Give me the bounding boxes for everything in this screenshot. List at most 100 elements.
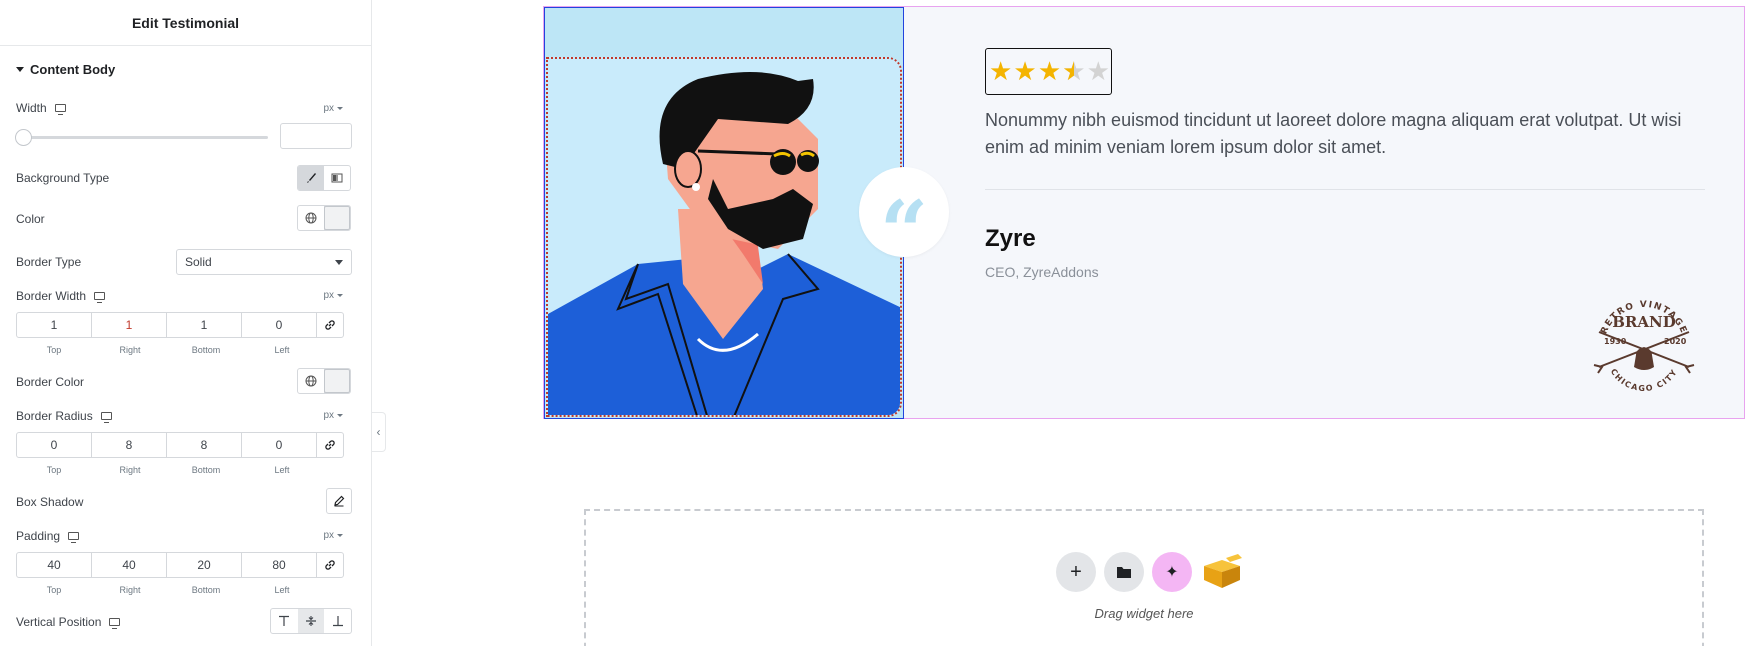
desktop-icon[interactable]	[100, 412, 112, 423]
testimonial-text[interactable]: Nonummy nibh euismod tincidunt ut laoree…	[985, 107, 1705, 161]
slider-handle[interactable]	[15, 129, 32, 146]
vertical-position-label: Vertical Position	[16, 615, 121, 629]
author-title[interactable]: CEO, ZyreAddons	[985, 264, 1099, 280]
border-radius-left[interactable]: 0	[241, 432, 317, 458]
border-width-top[interactable]: 1	[16, 312, 92, 338]
section-title-label: Content Body	[30, 62, 116, 77]
width-label: Width	[16, 101, 66, 115]
chevron-down-icon	[335, 260, 343, 265]
globe-icon[interactable]	[298, 369, 324, 393]
width-unit-select[interactable]: px	[323, 103, 343, 114]
template-library-button[interactable]	[1104, 552, 1144, 592]
caret-down-icon	[16, 67, 24, 72]
align-bottom-icon[interactable]	[324, 609, 351, 633]
border-radius-label: Border Radius	[16, 409, 112, 423]
border-width-right[interactable]: 1	[91, 312, 167, 338]
star-half-icon: ★	[1062, 59, 1086, 85]
plus-icon: +	[1070, 560, 1082, 583]
desktop-icon[interactable]	[54, 104, 66, 115]
star-icon: ★	[1013, 56, 1037, 87]
align-middle-icon[interactable]	[297, 609, 325, 633]
logo-brand-text: BRAND	[1612, 313, 1676, 331]
color-swatch[interactable]	[324, 369, 350, 393]
align-top-icon[interactable]	[271, 609, 298, 633]
border-radius-right[interactable]: 8	[91, 432, 167, 458]
editor-panel: Edit Testimonial Content Body Width px B…	[0, 0, 372, 646]
padding-inputs: 40 40 20 80	[16, 552, 352, 578]
color-label: Color	[16, 212, 45, 226]
border-radius-unit-select[interactable]: px	[323, 410, 343, 421]
drop-zone[interactable]: + ✦ Drag widget here	[584, 509, 1704, 646]
padding-left[interactable]: 80	[241, 552, 317, 578]
background-type-toggle	[297, 165, 351, 191]
star-icon: ★	[1037, 56, 1062, 87]
cube-icon	[1204, 554, 1242, 588]
testimonial-image-box[interactable]	[544, 7, 904, 419]
chevron-down-icon	[337, 107, 343, 110]
border-width-dim-labels: Top Right Bottom Left	[46, 345, 290, 355]
panel-title: Edit Testimonial	[0, 0, 371, 46]
box-shadow-label: Box Shadow	[16, 495, 84, 509]
ai-button[interactable]: ✦	[1152, 552, 1192, 592]
padding-unit-select[interactable]: px	[323, 530, 343, 541]
star-empty-icon: ★	[1086, 56, 1110, 87]
border-width-inputs: 1 1 1 0	[16, 312, 352, 338]
drop-zone-buttons: + ✦	[1056, 552, 1244, 592]
brush-icon[interactable]	[298, 166, 324, 190]
vertical-position-toggle	[270, 608, 352, 634]
divider	[985, 189, 1705, 190]
logo-year-left: 1930	[1604, 337, 1627, 346]
link-icon[interactable]	[316, 432, 344, 458]
globe-icon[interactable]	[298, 206, 324, 230]
portrait-illustration	[546, 57, 902, 417]
logo-year-right: 2020	[1664, 337, 1687, 346]
desktop-icon[interactable]	[109, 618, 121, 629]
border-color-label: Border Color	[16, 375, 85, 389]
border-radius-top[interactable]: 0	[16, 432, 92, 458]
sparkle-icon: ✦	[1165, 564, 1179, 581]
desktop-icon[interactable]	[68, 532, 80, 543]
link-icon[interactable]	[316, 552, 344, 578]
border-width-bottom[interactable]: 1	[166, 312, 242, 338]
background-type-label: Background Type	[16, 171, 110, 185]
border-radius-bottom[interactable]: 8	[166, 432, 242, 458]
drag-widget-label: Drag widget here	[1094, 606, 1194, 621]
chevron-down-icon	[337, 294, 343, 297]
width-input[interactable]	[280, 123, 352, 149]
border-type-select[interactable]: Solid	[176, 249, 352, 275]
folder-icon	[1117, 567, 1131, 578]
padding-label: Padding	[16, 529, 80, 543]
border-width-label: Border Width	[16, 289, 106, 303]
padding-right[interactable]: 40	[91, 552, 167, 578]
svg-text:CHICAGO CITY: CHICAGO CITY	[1609, 367, 1680, 393]
padding-bottom[interactable]: 20	[166, 552, 242, 578]
desktop-icon[interactable]	[94, 292, 106, 303]
addons-cube-button[interactable]	[1200, 552, 1244, 592]
border-type-label: Border Type	[16, 255, 82, 269]
link-icon[interactable]	[316, 312, 344, 338]
border-radius-dim-labels: Top Right Bottom Left	[46, 465, 290, 475]
quote-icon: “	[859, 167, 949, 274]
add-section-button[interactable]: +	[1056, 552, 1096, 592]
border-width-left[interactable]: 0	[241, 312, 317, 338]
brand-logo[interactable]: RETRO VINTAGE BRAND 1930 2020 CHICAGO CI…	[1584, 287, 1704, 407]
padding-dim-labels: Top Right Bottom Left	[46, 585, 290, 595]
chevron-down-icon	[337, 534, 343, 537]
color-swatch[interactable]	[324, 206, 350, 230]
border-width-unit-select[interactable]: px	[323, 290, 343, 301]
star-rating[interactable]: ★ ★ ★ ★ ★	[985, 48, 1112, 95]
testimonial-widget[interactable]: “ ★ ★ ★ ★ ★ Nonummy nibh euismod tincidu…	[543, 6, 1745, 419]
border-radius-inputs: 0 8 8 0	[16, 432, 352, 458]
logo-bottom-text: CHICAGO CITY	[1609, 367, 1678, 393]
border-color-picker	[297, 368, 351, 394]
color-picker	[297, 205, 351, 231]
padding-top[interactable]: 40	[16, 552, 92, 578]
collapse-panel-button[interactable]: ‹	[372, 412, 386, 452]
chevron-down-icon	[337, 414, 343, 417]
pencil-icon[interactable]	[326, 488, 352, 514]
section-toggle-content-body[interactable]: Content Body	[16, 62, 115, 77]
gradient-icon[interactable]	[324, 166, 350, 190]
star-icon: ★	[989, 56, 1013, 87]
author-name[interactable]: Zyre	[985, 225, 1036, 253]
width-slider[interactable]	[15, 129, 268, 146]
